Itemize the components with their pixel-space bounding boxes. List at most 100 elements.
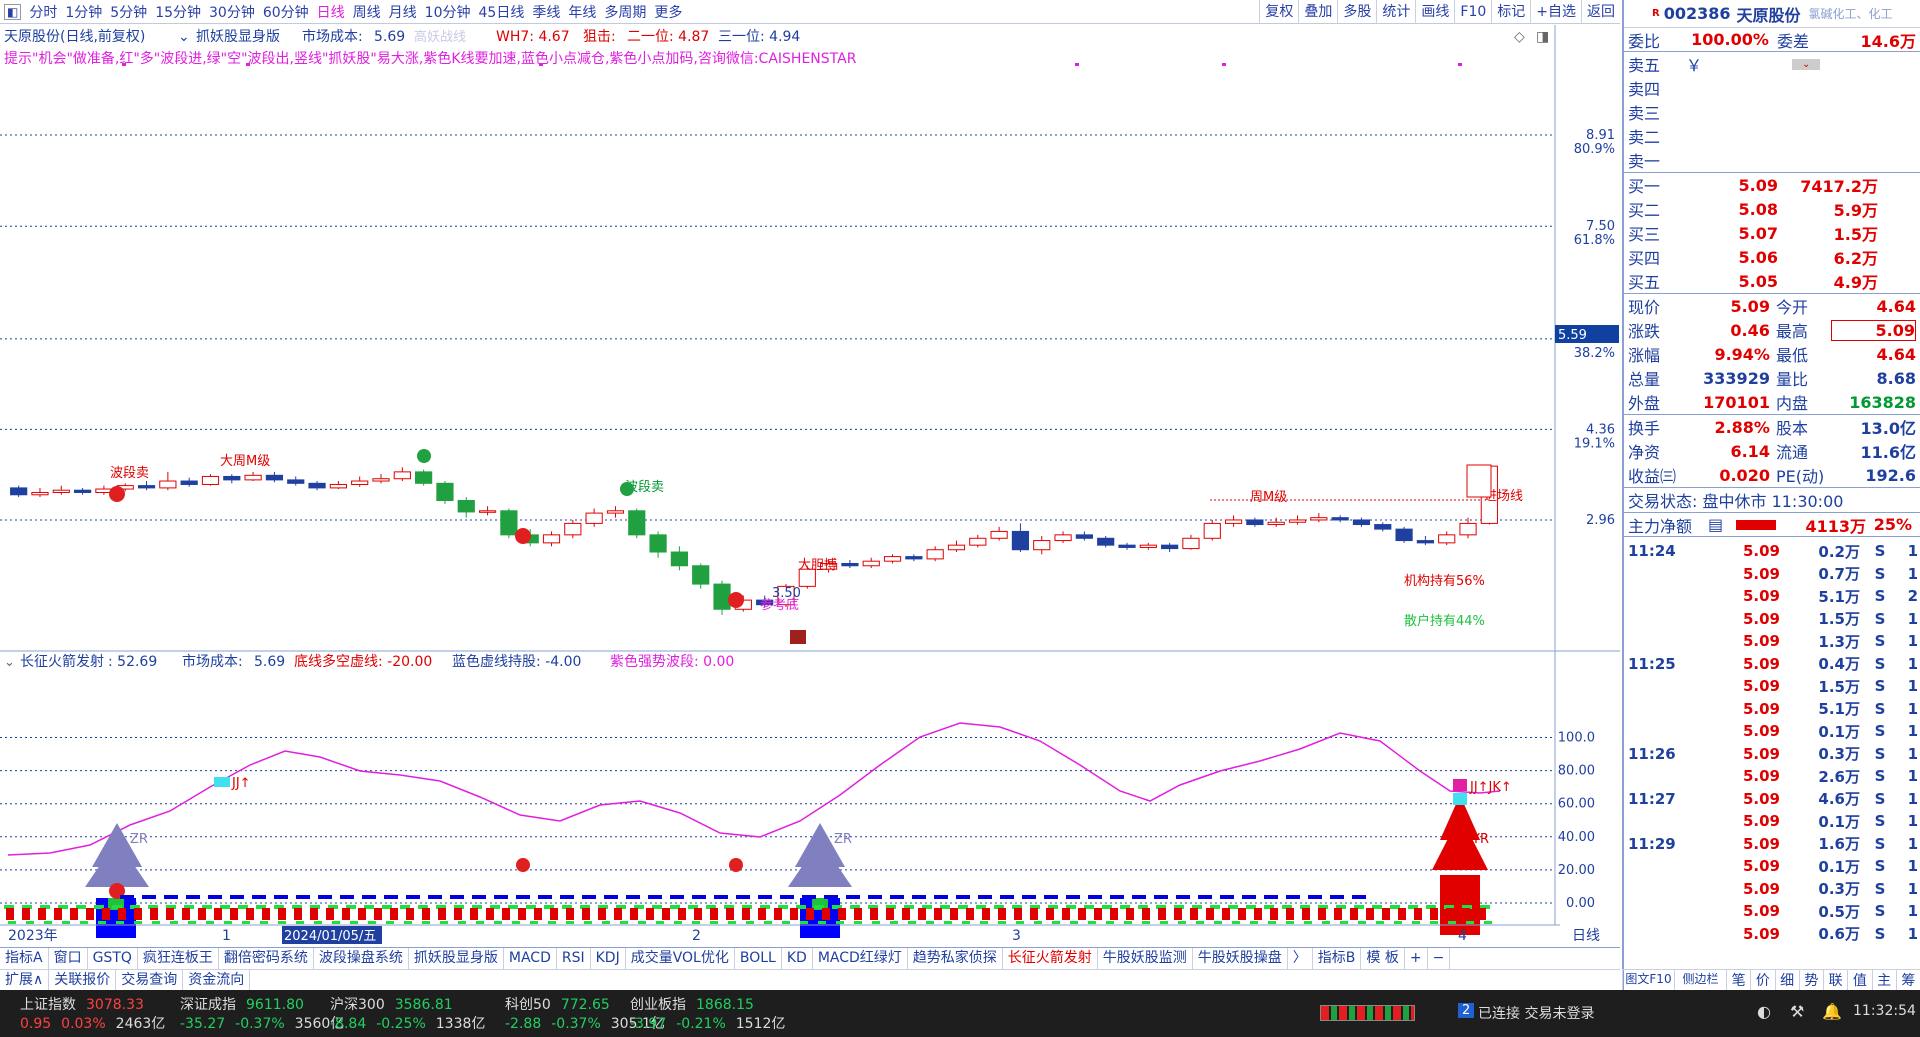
indicator-tab-4[interactable]: 翻倍密码系统 xyxy=(219,948,314,969)
green-dash xyxy=(764,921,772,924)
indicator-tab-18[interactable]: 〉 xyxy=(1288,948,1313,969)
period-8[interactable]: 月线 xyxy=(385,2,421,22)
indicator-tab-13[interactable]: MACD红绿灯 xyxy=(813,948,908,969)
indicator-tab-12[interactable]: KD xyxy=(782,948,813,969)
period-6[interactable]: 日线 xyxy=(313,2,349,22)
period-10[interactable]: 45日线 xyxy=(475,2,529,22)
chevron-down-icon[interactable]: ⌄ xyxy=(1792,58,1821,70)
candle-body xyxy=(670,551,688,567)
period-1[interactable]: 1分钟 xyxy=(61,2,106,22)
buy-row-price: 5.07 xyxy=(1738,223,1778,243)
indicator-tab-0[interactable]: 指标A xyxy=(0,948,49,969)
indicator-tab-7[interactable]: MACD xyxy=(504,948,557,969)
red-block xyxy=(678,908,686,920)
tick-volume: 0.6万 xyxy=(1818,925,1860,944)
period-11[interactable]: 季线 xyxy=(528,2,564,22)
tick-volume: 0.1万 xyxy=(1818,722,1860,741)
period-2[interactable]: 5分钟 xyxy=(106,2,151,22)
quote-tab-6[interactable]: 主 xyxy=(1871,970,1896,990)
period-13[interactable]: 多周期 xyxy=(600,2,650,22)
index-pct: -0.37% xyxy=(235,1016,285,1032)
indicator-tab-10[interactable]: 成交量VOL优化 xyxy=(626,948,735,969)
diamond-icon[interactable]: ◇ xyxy=(1514,29,1525,45)
period-7[interactable]: 周线 xyxy=(349,2,385,22)
pct-tick: 61.8% xyxy=(1574,233,1615,248)
index-0[interactable]: 上证指数 3078.33 0.95 0.03% 2463亿 xyxy=(20,994,165,1032)
quote-tab-7[interactable]: 筹 xyxy=(1895,970,1920,990)
period-4[interactable]: 30分钟 xyxy=(205,2,259,22)
red-block xyxy=(598,908,606,920)
candle-body xyxy=(692,565,710,585)
indicator-tab-6[interactable]: 抓妖股显身版 xyxy=(409,948,504,969)
side-tab-1[interactable]: 侧边栏 xyxy=(1674,970,1726,990)
index-4[interactable]: 创业板指 1868.15 -3.97 -0.21% 1512亿 xyxy=(630,994,785,1032)
window-icon[interactable]: ◨ xyxy=(1536,29,1549,45)
stat-row-label: 外盘 xyxy=(1628,394,1661,413)
quote-tab-3[interactable]: 势 xyxy=(1798,970,1823,990)
indicator-tabs: 指标A 窗口 GSTQ 疯狂连板王 翻倍密码系统 波段操盘系统 抓妖股显身版 MACD RSI K… xyxy=(0,947,1620,969)
red-block xyxy=(774,908,782,920)
indicator-tab-19[interactable]: 指标B xyxy=(1313,948,1362,969)
kline-chart[interactable]: 天原股份(日线,前复权) ⌄ 抓妖股显身版 市场成本: 5.69 高妖战线 WH… xyxy=(0,25,1620,945)
indicator-tab-8[interactable]: RSI xyxy=(557,948,591,969)
indicator-tab-22[interactable]: − xyxy=(1428,948,1451,969)
candle-body xyxy=(1011,530,1030,551)
toolbar-btn-5[interactable]: F10 xyxy=(1454,0,1491,24)
period-9[interactable]: 10分钟 xyxy=(421,2,475,22)
top-dot xyxy=(1075,63,1079,66)
indicator-tab-3[interactable]: 疯狂连板王 xyxy=(138,948,219,969)
quote-tab-2[interactable]: 细 xyxy=(1774,970,1799,990)
kong-icon xyxy=(417,449,431,463)
green-dash xyxy=(890,921,898,924)
toolbar-btn-4[interactable]: 画线 xyxy=(1415,0,1454,24)
indicator-tab-1[interactable]: 窗口 xyxy=(49,948,88,969)
toolbar-btn-2[interactable]: 多股 xyxy=(1337,0,1376,24)
quote-tab-0[interactable]: 笔 xyxy=(1726,970,1750,990)
period-0[interactable]: 分时 xyxy=(25,2,61,22)
connection-status[interactable]: 已连接 交易未登录 xyxy=(1478,1003,1594,1023)
quote-tab-5[interactable]: 值 xyxy=(1847,970,1871,990)
index-name: 科创50 xyxy=(505,997,551,1013)
blue-dash xyxy=(934,895,948,899)
chevron-down-icon[interactable]: ⌄ xyxy=(178,29,190,45)
refresh-icon[interactable]: ◐ xyxy=(1757,1002,1771,1021)
toolbar-btn-1[interactable]: 叠加 xyxy=(1298,0,1337,24)
period-3[interactable]: 15分钟 xyxy=(151,2,205,22)
chevron-down-icon[interactable]: ⌄ xyxy=(4,655,15,670)
indicator-tab-2[interactable]: GSTQ xyxy=(88,948,138,969)
indicator-tab-21[interactable]: + xyxy=(1405,948,1428,969)
period-14[interactable]: 更多 xyxy=(650,2,686,22)
toolbar-btn-7[interactable]: +自选 xyxy=(1530,0,1581,24)
toolbar-btn-3[interactable]: 统计 xyxy=(1376,0,1415,24)
quote-tab-4[interactable]: 联 xyxy=(1823,970,1847,990)
toolbar-btn-0[interactable]: 复权 xyxy=(1259,0,1298,24)
tick-time: 11:27 xyxy=(1628,789,1676,808)
ext-tab-1[interactable]: 关联报价 xyxy=(49,970,117,990)
list-icon[interactable]: ▤ xyxy=(1708,515,1736,534)
indicator-tab-5[interactable]: 波段操盘系统 xyxy=(314,948,409,969)
side-tab-0[interactable]: 图文F10 xyxy=(1622,970,1674,990)
indicator-tab-16[interactable]: 牛股妖股监测 xyxy=(1098,948,1193,969)
panel-toggle-icon[interactable]: ◧ xyxy=(4,3,22,20)
index-2[interactable]: 沪深300 3586.81 -8.84 -0.25% 1338亿 xyxy=(330,994,485,1032)
indicator-tab-17[interactable]: 牛股妖股操盘 xyxy=(1193,948,1288,969)
indicator-tab-20[interactable]: 模 板 xyxy=(1361,948,1405,969)
indicator-tab-9[interactable]: KDJ xyxy=(591,948,626,969)
bell-icon[interactable]: 🔔 xyxy=(1822,1002,1842,1021)
red-block xyxy=(182,908,190,920)
candle-body xyxy=(393,471,411,480)
index-1[interactable]: 深证成指 9611.80 -35.27 -0.37% 3560亿 xyxy=(180,994,344,1032)
indicator-tab-15[interactable]: 长征火箭发射 xyxy=(1003,948,1098,969)
ext-tab-0[interactable]: 扩展∧ xyxy=(0,970,50,990)
ext-tab-3[interactable]: 资金流向 xyxy=(183,970,251,990)
toolbar-btn-6[interactable]: 标记 xyxy=(1491,0,1530,24)
tick-row: 5.09 2.6万 S 1 xyxy=(1624,765,1920,788)
tools-icon[interactable]: ⚒ xyxy=(1790,1002,1804,1021)
period-5[interactable]: 60分钟 xyxy=(259,2,313,22)
quote-tab-1[interactable]: 价 xyxy=(1750,970,1774,990)
ext-tab-2[interactable]: 交易查询 xyxy=(116,970,184,990)
period-12[interactable]: 年线 xyxy=(564,2,600,22)
indicator-tab-14[interactable]: 趋势私家侦探 xyxy=(908,948,1003,969)
indicator-tab-11[interactable]: BOLL xyxy=(735,948,782,969)
toolbar-btn-8[interactable]: 返回 xyxy=(1581,0,1620,24)
